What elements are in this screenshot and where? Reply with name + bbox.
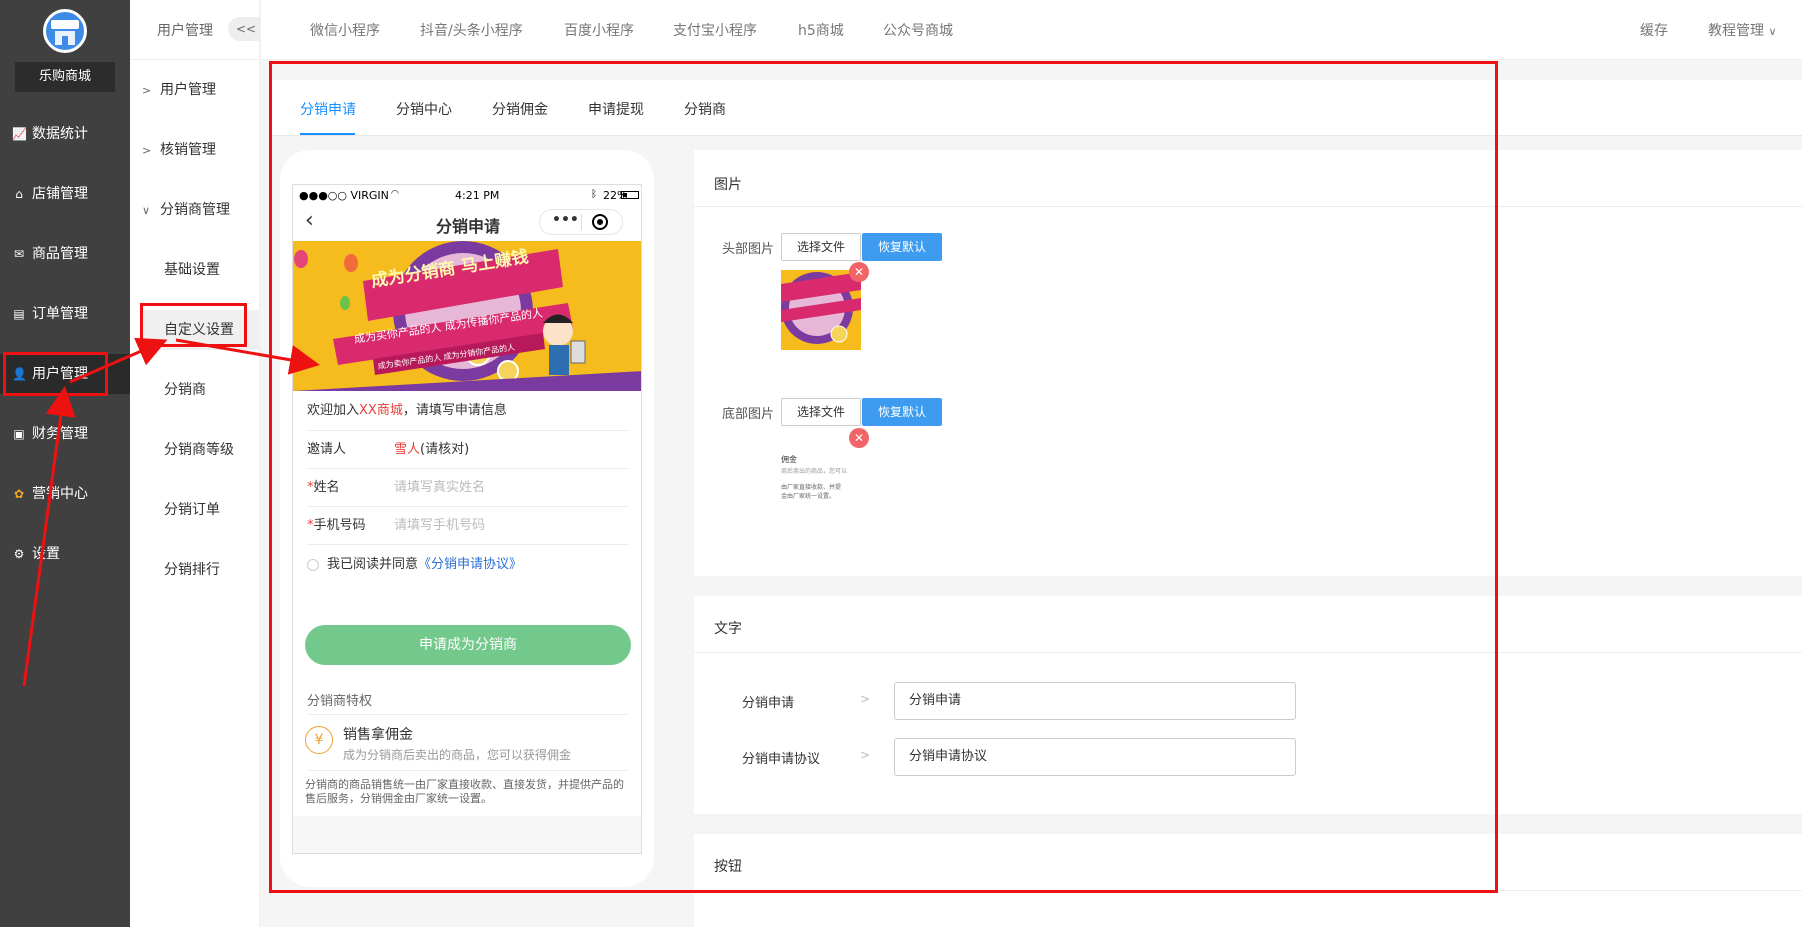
app-root: 乐购商城 📈 数据统计 ⌂ 店铺管理 ✉ 商品管理 ▤ 订单管理 👤 用户管理 ▣ 财务管理… [0, 0, 1802, 927]
annotation-arrows [22, 337, 320, 687]
